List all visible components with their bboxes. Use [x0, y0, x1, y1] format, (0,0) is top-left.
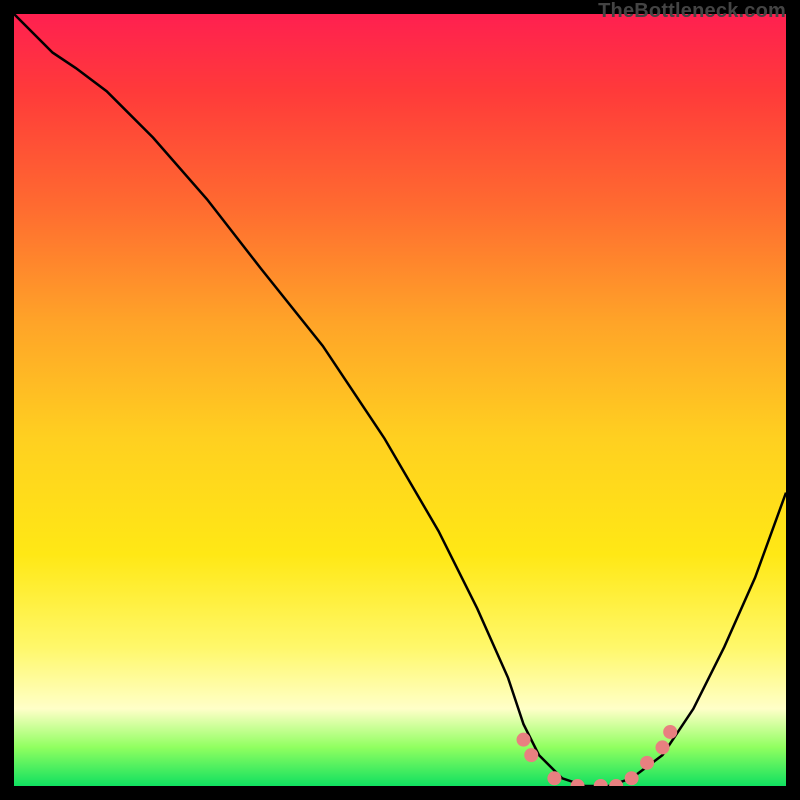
plot-gradient-background [14, 14, 786, 786]
chart-container: TheBottleneck.com [0, 0, 800, 800]
watermark-text: TheBottleneck.com [598, 0, 786, 23]
